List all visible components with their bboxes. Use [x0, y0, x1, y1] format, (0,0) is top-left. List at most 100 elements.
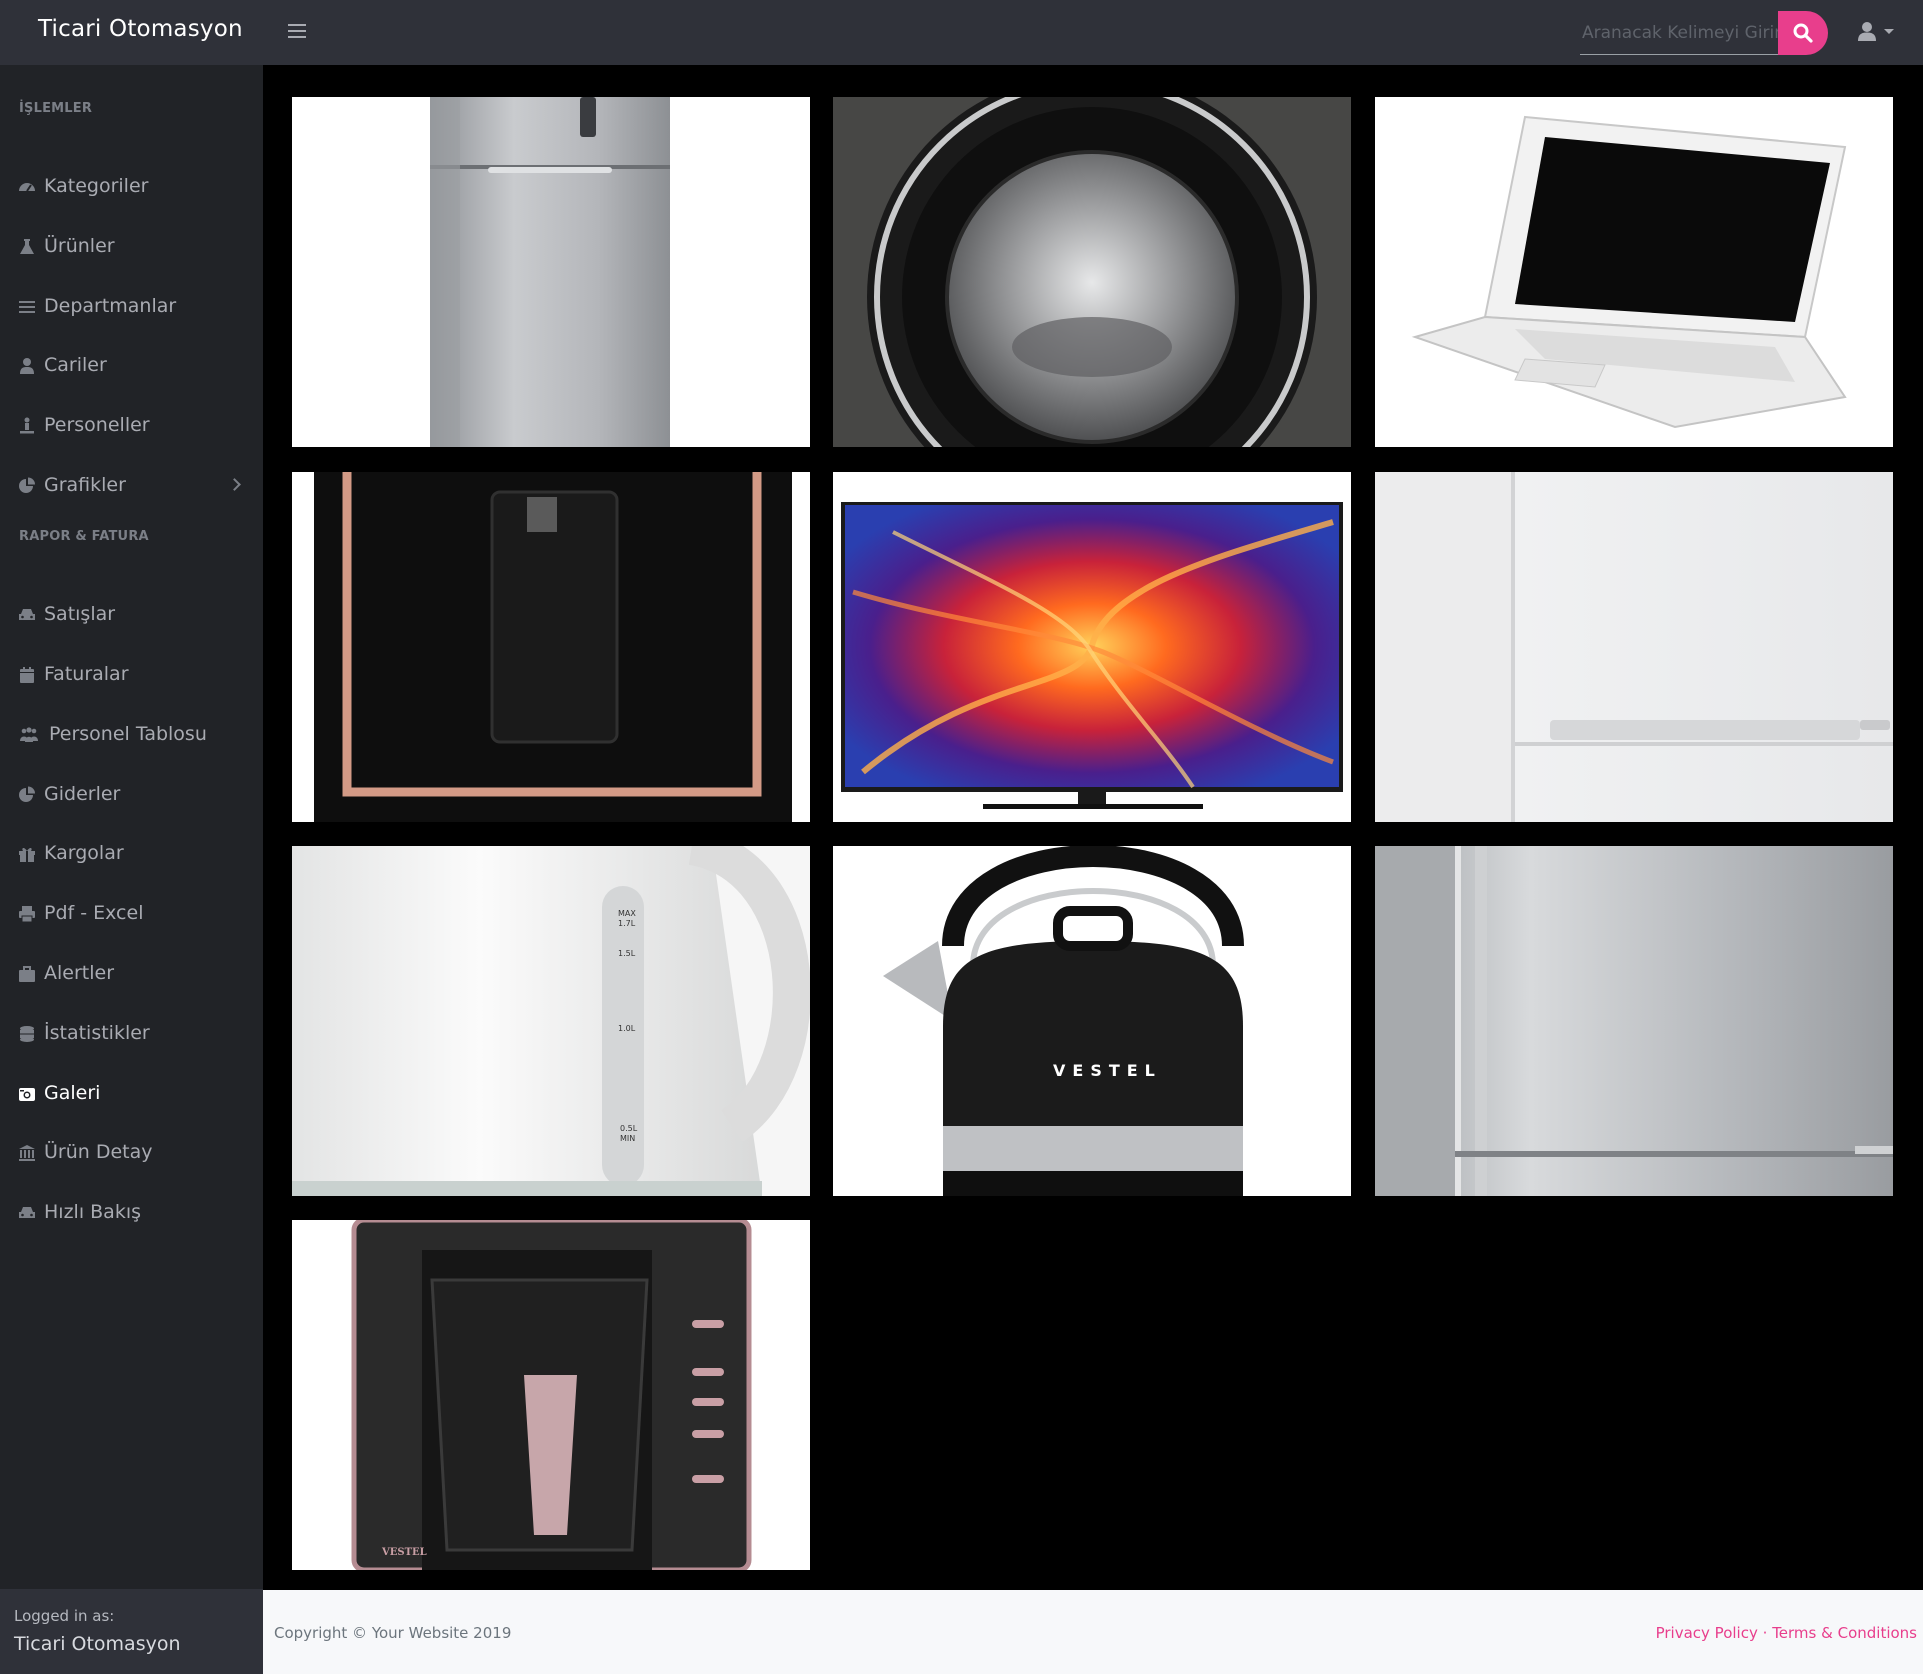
refrigerator-steel-image: [1375, 846, 1893, 1196]
pie-chart-icon: [19, 477, 35, 493]
gallery-image-refrigerator-white[interactable]: [1375, 472, 1893, 822]
user-icon: [1858, 22, 1876, 41]
sidebar-item-cariler[interactable]: Cariler: [0, 344, 263, 388]
kettle-mark-15: 1.5L: [618, 949, 636, 958]
user-icon: [20, 358, 34, 374]
page-footer: Copyright © Your Website 2019 Privacy Po…: [263, 1590, 1923, 1674]
sidebar-heading-rapor-fatura: RAPOR & FATURA: [19, 529, 149, 544]
flask-icon: [20, 239, 34, 254]
gallery-image-coffee-machine[interactable]: [292, 472, 810, 822]
chevron-right-icon: [228, 478, 241, 491]
laptop-image: [1375, 97, 1893, 447]
gallery-image-laptop[interactable]: [1375, 97, 1893, 447]
sidebar-item-label: Personel Tablosu: [49, 723, 207, 745]
sidebar-item-departmanlar[interactable]: Departmanlar: [0, 285, 263, 329]
gift-icon: [19, 847, 35, 862]
sidebar: İŞLEMLER Kategoriler Ürünler Departmanla…: [0, 65, 263, 1674]
sidebar-item-label: Grafikler: [44, 474, 126, 496]
sidebar-item-personeller[interactable]: Personeller: [0, 404, 263, 448]
brand-title[interactable]: Ticari Otomasyon: [38, 16, 243, 42]
sidebar-item-istatistikler[interactable]: İstatistikler: [0, 1012, 263, 1056]
sidebar-toggle-icon[interactable]: [286, 20, 308, 44]
sidebar-item-label: Kategoriler: [44, 175, 149, 197]
list-icon: [19, 301, 35, 313]
electric-kettle-image: MAX 1.7L 1.5L 1.0L 0.5L MIN: [292, 846, 810, 1196]
gallery-image-vestel-kettle[interactable]: VESTEL: [833, 846, 1351, 1196]
sidebar-item-label: Giderler: [44, 783, 121, 805]
sidebar-item-urun-detay[interactable]: Ürün Detay: [0, 1131, 263, 1175]
kettle-mark-05: 0.5L: [620, 1124, 638, 1133]
chevron-down-icon: [1884, 29, 1894, 34]
sidebar-item-personel-tablosu[interactable]: Personel Tablosu: [0, 713, 263, 757]
car-icon: [19, 609, 35, 620]
sidebar-item-label: Alertler: [44, 962, 115, 984]
gallery-image-turkish-coffee-machine[interactable]: VESTEL: [292, 1220, 810, 1570]
sidebar-item-label: Galeri: [44, 1082, 101, 1104]
sidebar-item-label: Satışlar: [44, 603, 116, 625]
privacy-policy-link[interactable]: Privacy Policy: [1656, 1624, 1758, 1642]
calendar-icon: [20, 667, 34, 683]
sidebar-item-kargolar[interactable]: Kargolar: [0, 832, 263, 876]
sidebar-item-label: Faturalar: [44, 663, 129, 685]
kettle-mark-min: MIN: [620, 1134, 635, 1143]
sidebar-item-label: Ürünler: [44, 235, 115, 257]
sidebar-item-hizli-bakis[interactable]: Hızlı Bakış: [0, 1191, 263, 1235]
search-input[interactable]: [1580, 11, 1780, 55]
refrigerator-image: [292, 97, 810, 447]
television-image: [833, 472, 1351, 822]
sidebar-item-galeri[interactable]: Galeri: [0, 1072, 263, 1116]
copyright-text: Copyright © Your Website 2019: [274, 1624, 512, 1642]
sidebar-item-label: Departmanlar: [44, 295, 177, 317]
logged-in-label: Logged in as:: [14, 1607, 115, 1625]
refrigerator-white-image: [1375, 472, 1893, 822]
sidebar-item-label: İstatistikler: [44, 1022, 150, 1044]
logged-in-panel: Logged in as: Ticari Otomasyon: [0, 1589, 263, 1674]
coffee-machine-image: [292, 472, 810, 822]
sidebar-item-pdf-excel[interactable]: Pdf - Excel: [0, 892, 263, 936]
sidebar-item-label: Cariler: [44, 354, 107, 376]
sidebar-item-alertler[interactable]: Alertler: [0, 952, 263, 996]
search-icon: [1793, 23, 1813, 43]
sidebar-heading-islemler: İŞLEMLER: [19, 101, 93, 116]
coffee-machine-logo: VESTEL: [381, 1547, 427, 1558]
washing-machine-image: [833, 97, 1351, 447]
sidebar-item-label: Ürün Detay: [44, 1141, 153, 1163]
search-bar: [1580, 11, 1828, 55]
gallery-grid: MAX 1.7L 1.5L 1.0L 0.5L MIN VESTEL VESTE…: [263, 65, 1923, 1590]
briefcase-icon: [19, 966, 35, 982]
sidebar-item-label: Kargolar: [44, 842, 124, 864]
gallery-image-electric-kettle[interactable]: MAX 1.7L 1.5L 1.0L 0.5L MIN: [292, 846, 810, 1196]
user-dropdown[interactable]: [1856, 18, 1900, 46]
gallery-image-washing-machine[interactable]: [833, 97, 1351, 447]
bank-icon: [19, 1145, 35, 1161]
print-icon: [19, 906, 35, 923]
vestel-kettle-image: VESTEL: [833, 846, 1351, 1196]
logged-in-user: Ticari Otomasyon: [14, 1633, 181, 1655]
gallery-image-refrigerator-steel[interactable]: [1375, 846, 1893, 1196]
sidebar-item-giderler[interactable]: Giderler: [0, 773, 263, 817]
sidebar-item-faturalar[interactable]: Faturalar: [0, 653, 263, 697]
person-icon: [20, 417, 34, 434]
search-button[interactable]: [1778, 11, 1828, 55]
top-navbar: Ticari Otomasyon: [0, 0, 1923, 65]
sidebar-item-grafikler[interactable]: Grafikler: [0, 464, 263, 508]
users-icon: [20, 727, 38, 742]
footer-separator: ·: [1762, 1624, 1768, 1642]
vestel-logo-text: VESTEL: [1053, 1061, 1162, 1080]
sidebar-item-kategoriler[interactable]: Kategoriler: [0, 165, 263, 209]
sidebar-item-label: Personeller: [44, 414, 150, 436]
dashboard-icon: [19, 183, 35, 192]
sidebar-item-satislar[interactable]: Satışlar: [0, 593, 263, 637]
camera-icon: [19, 1088, 35, 1101]
terms-link[interactable]: Terms & Conditions: [1772, 1624, 1917, 1642]
kettle-mark-17: 1.7L: [618, 919, 636, 928]
car-icon: [19, 1207, 35, 1218]
sidebar-item-label: Pdf - Excel: [44, 902, 144, 924]
sidebar-item-label: Hızlı Bakış: [44, 1201, 141, 1223]
gallery-image-refrigerator-silver[interactable]: [292, 97, 810, 447]
database-icon: [20, 1026, 34, 1042]
turkish-coffee-machine-image: VESTEL: [292, 1220, 810, 1570]
gallery-image-television[interactable]: [833, 472, 1351, 822]
pie-chart-icon: [19, 786, 35, 802]
sidebar-item-urunler[interactable]: Ürünler: [0, 225, 263, 269]
